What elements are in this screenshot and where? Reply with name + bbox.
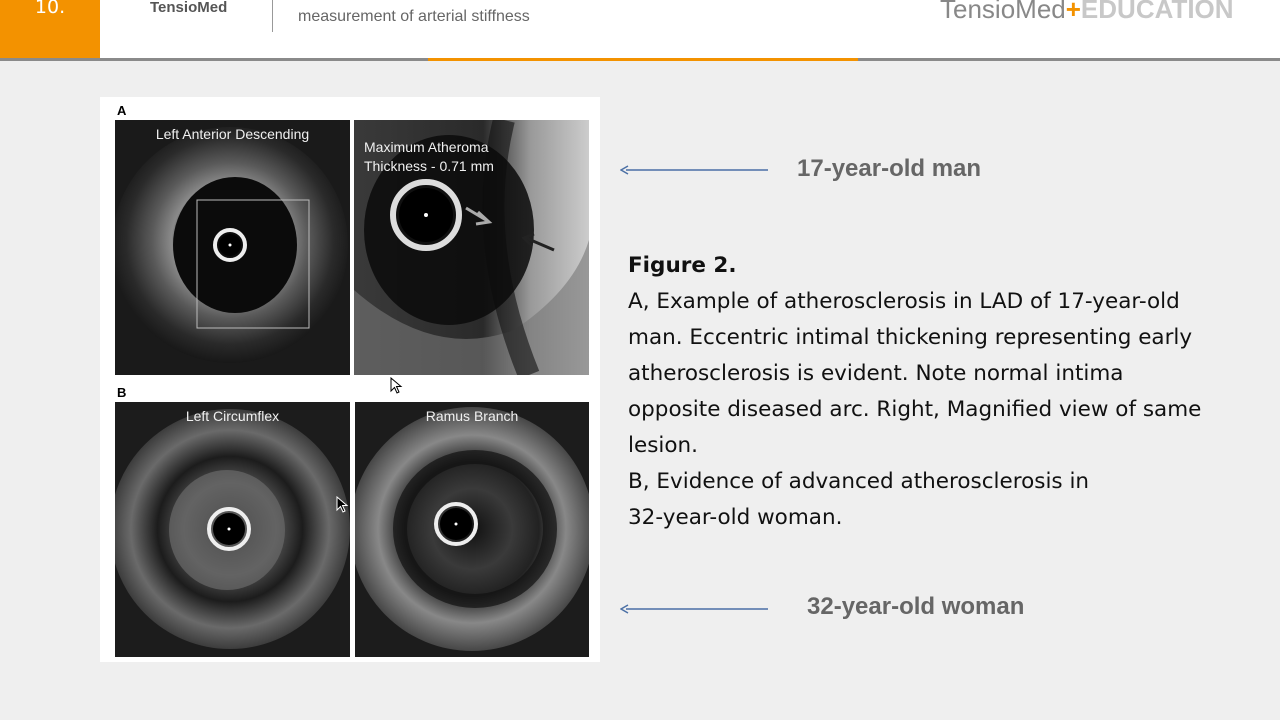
logo-main-text: TensioMed <box>940 0 1066 24</box>
mouse-pointer-icon <box>336 496 349 513</box>
caption-line: man. Eccentric intimal thickening repres… <box>628 325 1193 350</box>
slide-header: 10. TensioMed measurement of arterial st… <box>0 0 1280 58</box>
arrow-left-icon <box>620 165 768 175</box>
figure-caption: Figure 2. A, Example of atherosclerosis … <box>628 248 1280 536</box>
header-accent-rule <box>428 58 858 61</box>
caption-line: B, Evidence of advanced atherosclerosis … <box>628 469 1090 494</box>
caption-line: lesion. <box>628 433 698 458</box>
ivus-label-left-circumflex: Left Circumflex <box>185 408 280 424</box>
caption-line: A, Example of atherosclerosis in LAD of … <box>628 289 1180 314</box>
slide-number: 10. <box>0 0 100 58</box>
ivus-label-magnified: Maximum Atheroma Thickness - 0.71 mm <box>364 138 589 176</box>
ivus-image-lad: Left Anterior Descending <box>115 120 350 375</box>
note-17-year-old-man: 17-year-old man <box>797 155 982 182</box>
arrow-left-icon <box>620 604 768 614</box>
ivus-figure: A B Left Anterior Descending Maximum Ath… <box>100 97 600 662</box>
mouse-pointer-icon <box>390 377 403 394</box>
caption-title: Figure 2. <box>628 253 737 278</box>
ivus-label-ramus-branch: Ramus Branch <box>425 408 519 424</box>
caption-line: atherosclerosis is evident. Note normal … <box>628 361 1124 386</box>
note-32-year-old-woman: 32-year-old woman <box>807 593 1025 620</box>
slide-subtitle: measurement of arterial stiffness <box>298 8 530 25</box>
panel-b-letter: B <box>117 385 127 400</box>
ivus-label-magnified-line2: Thickness - 0.71 mm <box>364 158 494 174</box>
ivus-image-ramus-branch: Ramus Branch <box>355 402 589 657</box>
panel-a-letter: A <box>117 103 127 118</box>
tensiomed-education-logo: TensioMed+EDUCATION <box>940 0 1234 25</box>
caption-line: opposite diseased arc. Right, Magnified … <box>628 397 1202 422</box>
ivus-label-lad: Left Anterior Descending <box>155 126 310 142</box>
caption-line: 32-year-old woman. <box>628 505 843 530</box>
brand-name: TensioMed <box>150 0 228 16</box>
header-divider <box>272 0 273 32</box>
ivus-image-left-circumflex: Left Circumflex <box>115 402 350 657</box>
logo-plus: + <box>1065 0 1081 24</box>
ivus-image-magnified: Maximum Atheroma Thickness - 0.71 mm <box>354 120 589 375</box>
logo-education-text: EDUCATION <box>1080 0 1234 24</box>
ivus-label-magnified-line1: Maximum Atheroma <box>364 139 489 155</box>
